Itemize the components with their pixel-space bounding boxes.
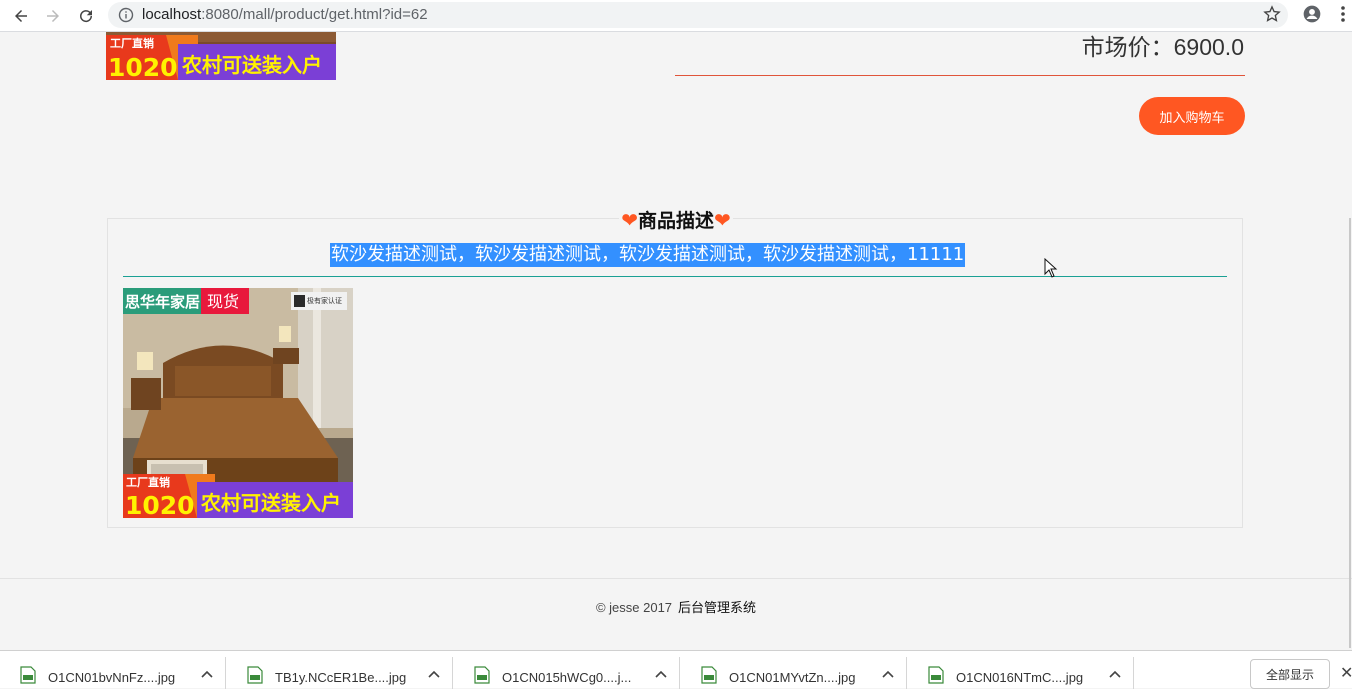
info-icon[interactable] (118, 7, 134, 23)
address-bar[interactable]: localhost:8080/mall/product/get.html?id=… (108, 2, 1288, 28)
menu-icon[interactable] (1336, 4, 1350, 24)
image-cert: 极有家认证 (307, 296, 342, 305)
download-filename: TB1y.NCcER1Be....jpg (275, 670, 407, 685)
chevron-up-icon[interactable] (654, 669, 668, 679)
close-icon[interactable]: ✕ (1340, 665, 1352, 681)
browser-toolbar: localhost:8080/mall/product/get.html?id=… (0, 0, 1352, 32)
image-file-icon (701, 666, 717, 684)
chevron-up-icon[interactable] (881, 669, 895, 679)
description-text[interactable]: 软沙发描述测试，软沙发描述测试，软沙发描述测试，软沙发描述测试，11111 (330, 243, 966, 267)
download-filename: O1CN015hWCg0....j... (502, 670, 632, 685)
image-tag: 工厂直销 (126, 475, 170, 489)
back-arrow-icon (15, 10, 27, 22)
heart-icon: ❤ (621, 208, 638, 232)
chevron-up-icon[interactable] (427, 669, 441, 679)
url-host: localhost (142, 6, 202, 23)
reload-button[interactable] (73, 3, 99, 29)
page-viewport: 工厂直销 1020 农村可送装入户 市场价：6900.0 加入购物车 ❤商品描述… (0, 32, 1352, 650)
download-item[interactable]: O1CN01bvNnFz....jpg (0, 657, 226, 689)
download-shelf: O1CN01bvNnFz....jpg TB1y.NCcER1Be....jpg… (0, 650, 1352, 689)
scrollbar[interactable] (1349, 218, 1351, 648)
footer-divider (0, 578, 1352, 579)
admin-system-link[interactable]: 后台管理系统 (678, 601, 756, 616)
image-badge: 现货 (207, 292, 239, 311)
profile-icon[interactable] (1302, 4, 1322, 24)
back-button[interactable] (8, 3, 34, 29)
forward-arrow-icon (47, 10, 59, 22)
heart-icon: ❤ (714, 208, 731, 232)
forward-button[interactable] (40, 3, 66, 29)
star-icon[interactable] (1262, 4, 1282, 24)
banner-slogan: 农村可送装入户 (181, 53, 322, 77)
market-price: 市场价：6900.0 (1081, 34, 1244, 60)
url-text: localhost:8080/mall/product/get.html?id=… (142, 6, 428, 23)
image-brand: 思华年家居 (125, 293, 200, 311)
download-item[interactable]: TB1y.NCcER1Be....jpg (227, 657, 453, 689)
chevron-up-icon[interactable] (1108, 669, 1122, 679)
page-footer: © jesse 2017 后台管理系统 (0, 597, 1352, 616)
banner-number: 1020 (108, 53, 178, 80)
download-item[interactable]: O1CN01MYvtZn....jpg (681, 657, 907, 689)
banner-tag: 工厂直销 (110, 36, 154, 50)
reload-icon (80, 10, 93, 23)
download-filename: O1CN01MYvtZn....jpg (729, 670, 856, 685)
image-file-icon (20, 666, 36, 684)
product-main-image[interactable]: 工厂直销 1020 农村可送装入户 (106, 32, 336, 80)
download-filename: O1CN016NTmC....jpg (956, 670, 1084, 685)
image-slogan: 农村可送装入户 (200, 491, 341, 515)
download-filename: O1CN01bvNnFz....jpg (48, 670, 176, 685)
image-file-icon (474, 666, 490, 684)
show-all-downloads-button[interactable]: 全部显示 (1250, 659, 1330, 689)
image-file-icon (928, 666, 944, 684)
description-heading: ❤商品描述❤ (0, 206, 1352, 233)
download-item[interactable]: O1CN015hWCg0....j... (454, 657, 680, 689)
description-image[interactable]: 思华年家居 现货 极有家认证 工厂直销 1020 农村可送装入户 (123, 288, 353, 518)
image-number: 1020 (125, 491, 195, 518)
mouse-cursor-icon (1044, 258, 1058, 278)
price-divider (675, 75, 1245, 76)
image-file-icon (247, 666, 263, 684)
description-divider (123, 276, 1227, 277)
chevron-up-icon[interactable] (200, 669, 214, 679)
url-path: :8080/mall/product/get.html?id=62 (201, 6, 428, 23)
download-item[interactable]: O1CN016NTmC....jpg (908, 657, 1134, 689)
description-title: 商品描述 (637, 210, 714, 232)
copyright-text: © jesse 2017 (595, 600, 673, 615)
add-to-cart-button[interactable]: 加入购物车 (1139, 97, 1245, 135)
